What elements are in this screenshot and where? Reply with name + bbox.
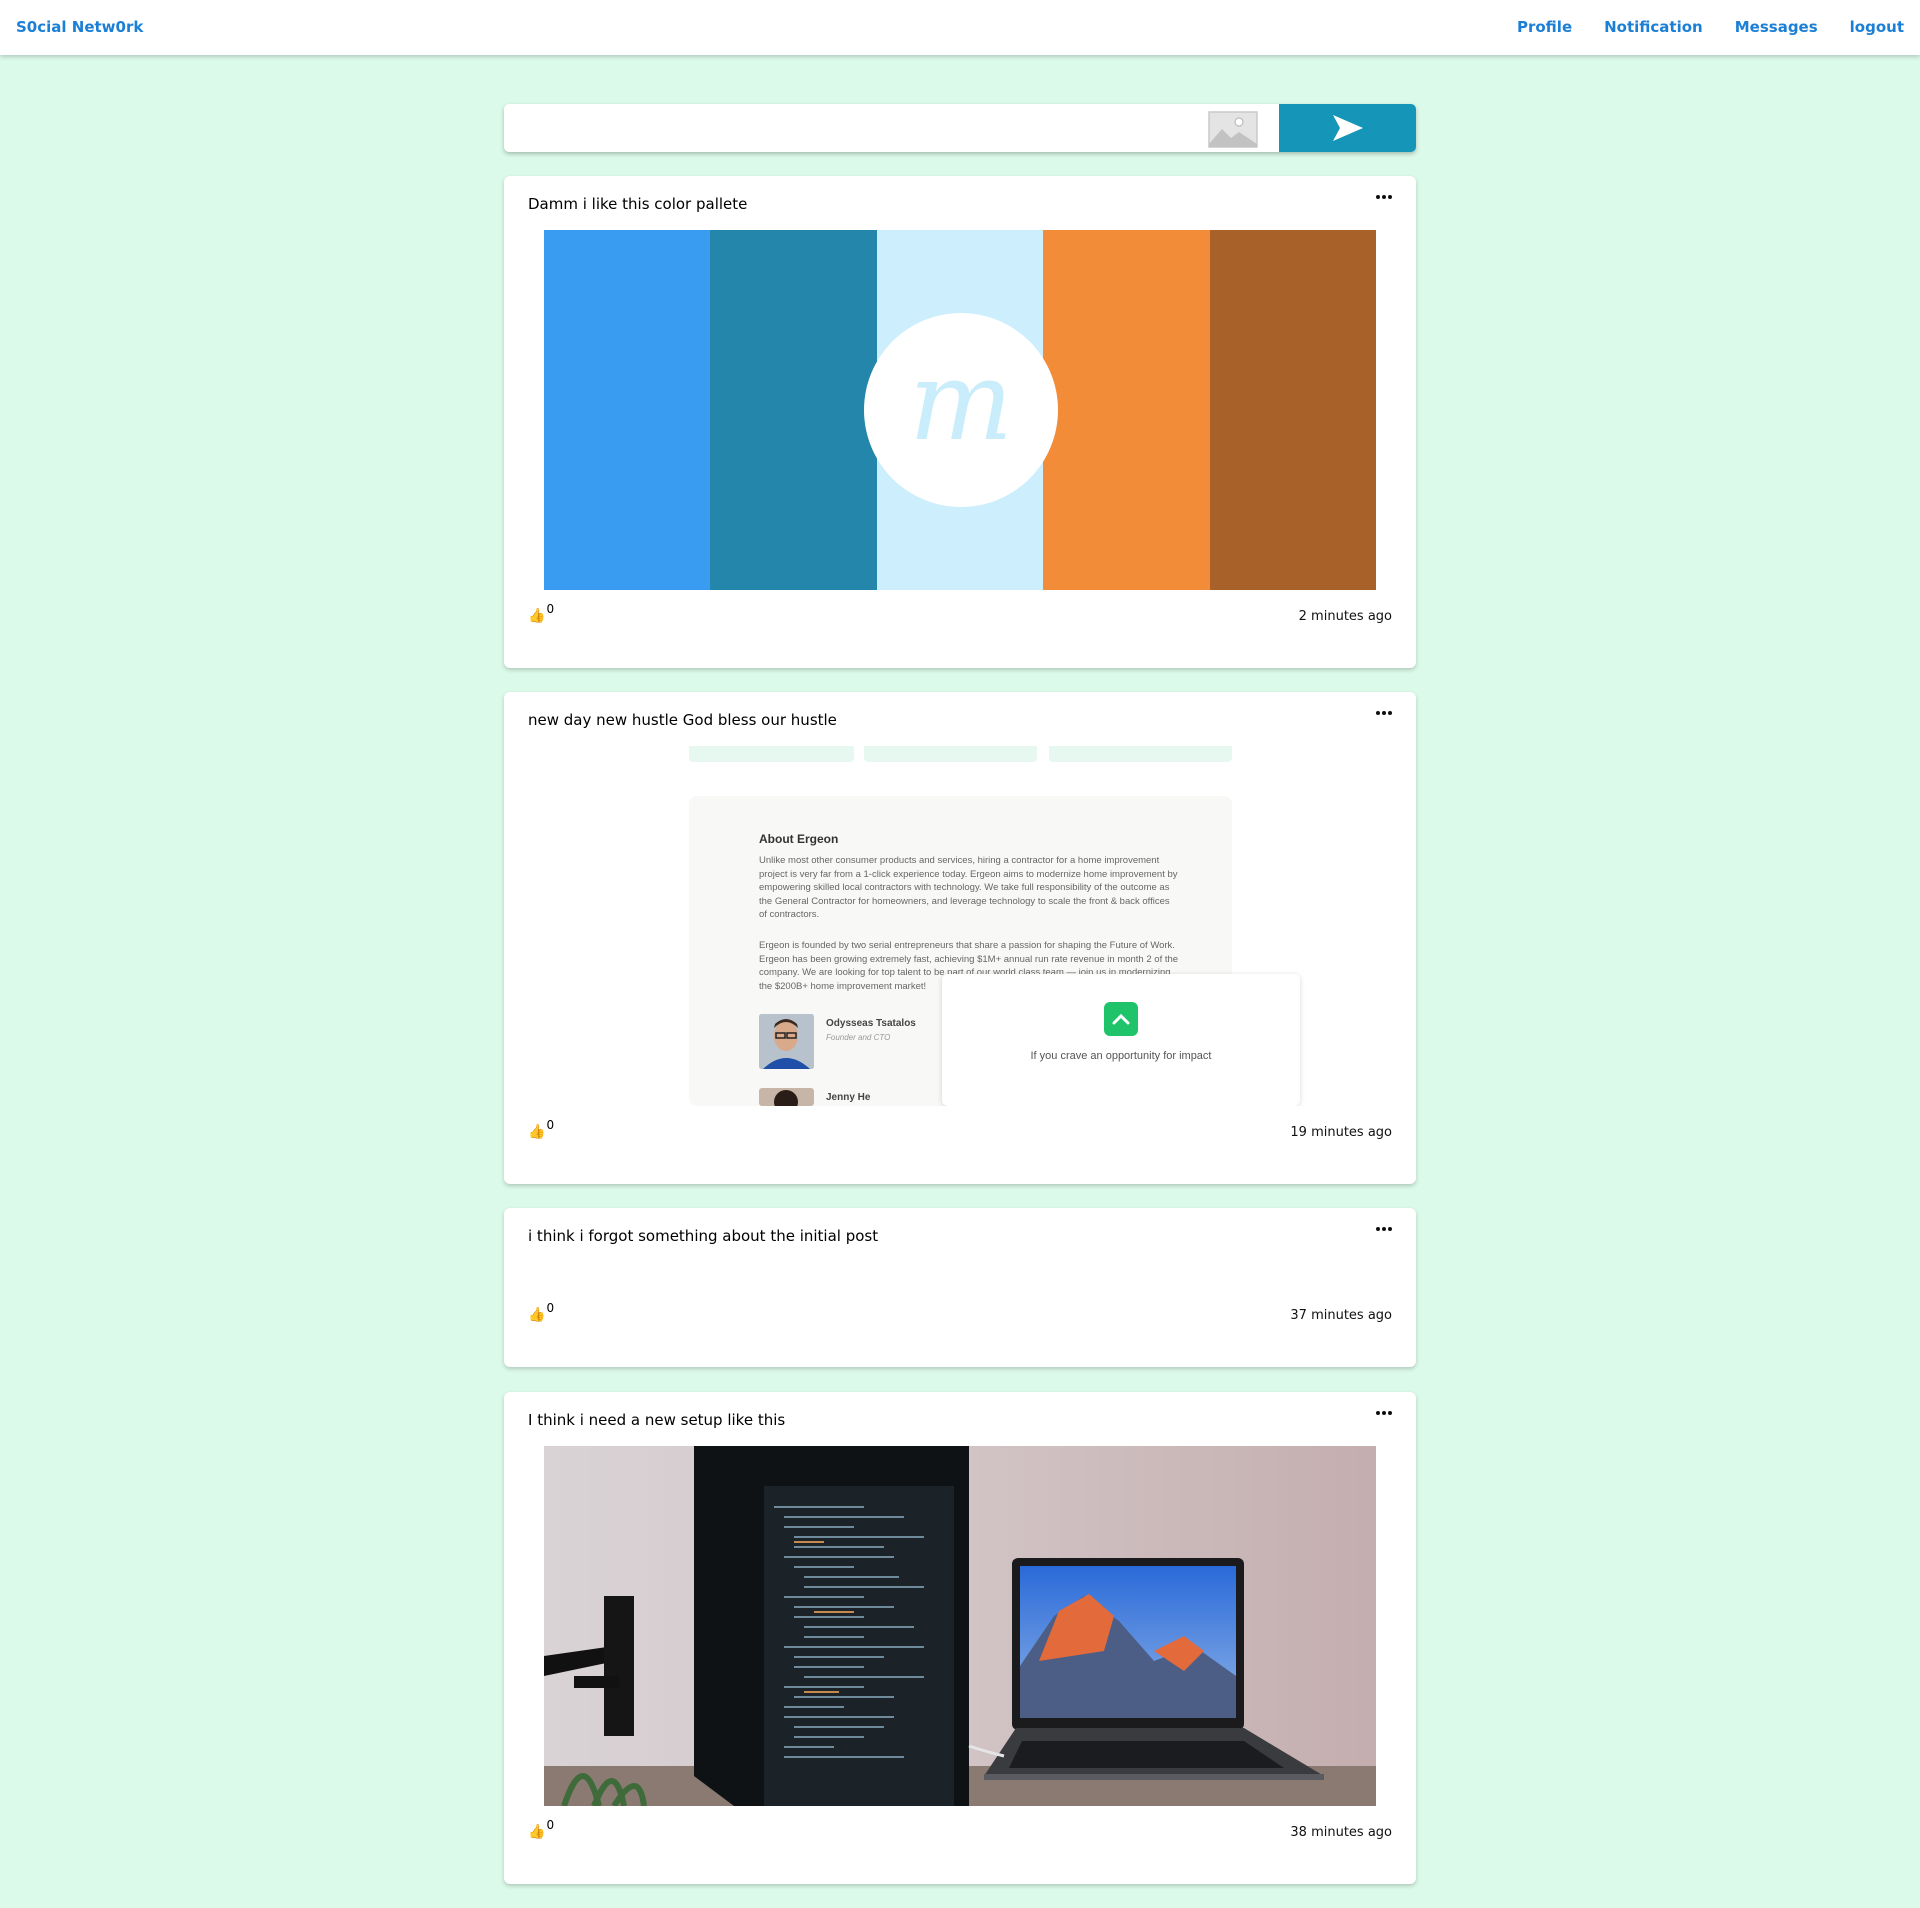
like-count: 0 (546, 1301, 555, 1315)
post-composer (504, 104, 1416, 152)
post-image: m (544, 230, 1376, 590)
about-paragraph-1: Unlike most other consumer products and … (759, 855, 1178, 920)
thumbs-up-icon[interactable]: 👍 (528, 1124, 545, 1140)
ergeon-screenshot: About Ergeon Unlike most other consumer … (544, 746, 1376, 1106)
popup-text: If you crave an opportunity for impact (1030, 1050, 1212, 1062)
post-card: Damm i like this color pallete m 👍 0 2 m… (504, 176, 1416, 668)
post-image: About Ergeon Unlike most other consumer … (544, 746, 1376, 1106)
founder-role: Founder and CTO (826, 1033, 891, 1042)
screenshot-tab (864, 746, 1037, 762)
thumbs-up-icon[interactable]: 👍 (528, 608, 545, 624)
post-timestamp: 19 minutes ago (1290, 1125, 1392, 1140)
more-options-icon[interactable] (1374, 706, 1394, 720)
nav-links: Profile Notification Messages logout (1517, 18, 1904, 36)
popup-card: If you crave an opportunity for impact (942, 974, 1300, 1106)
palette-swatch (1043, 230, 1210, 590)
like-row: 👍 0 (528, 1301, 554, 1323)
image-upload-icon[interactable] (1208, 111, 1258, 148)
cofounder-photo (759, 1088, 814, 1106)
post-card: I think i need a new setup like this 👍 0… (504, 1392, 1416, 1884)
screenshot-tab (1049, 746, 1232, 762)
like-row: 👍 0 (528, 602, 554, 624)
more-options-icon[interactable] (1374, 190, 1394, 204)
founder-name: Odysseas Tsatalos (826, 1018, 916, 1029)
palette-swatch (544, 230, 711, 590)
post-text: i think i forgot something about the ini… (528, 1227, 879, 1245)
nav-messages-link[interactable]: Messages (1735, 18, 1818, 36)
like-count: 0 (546, 1118, 555, 1132)
like-count: 0 (546, 1818, 555, 1832)
palette-swatch (1209, 230, 1376, 590)
navbar: S0cial Netw0rk Profile Notification Mess… (0, 0, 1920, 55)
cofounder-name: Jenny He (826, 1092, 871, 1103)
post-card: new day new hustle God bless our hustle … (504, 692, 1416, 1184)
like-count: 0 (546, 602, 555, 616)
post-card: i think i forgot something about the ini… (504, 1208, 1416, 1367)
like-row: 👍 0 (528, 1818, 554, 1840)
thumbs-up-icon[interactable]: 👍 (528, 1307, 545, 1323)
post-text: Damm i like this color pallete (528, 195, 748, 213)
desk-setup-photo (544, 1446, 1376, 1806)
palette-swatch (710, 230, 877, 590)
post-image (544, 1446, 1376, 1806)
thumbs-up-icon[interactable]: 👍 (528, 1824, 545, 1840)
post-timestamp: 38 minutes ago (1290, 1825, 1392, 1840)
more-options-icon[interactable] (1374, 1222, 1394, 1236)
send-button[interactable] (1279, 104, 1416, 152)
post-timestamp: 2 minutes ago (1298, 609, 1392, 624)
post-text: new day new hustle God bless our hustle (528, 711, 837, 729)
send-arrow-icon (1332, 115, 1363, 141)
nav-profile-link[interactable]: Profile (1517, 18, 1572, 36)
screenshot-tab (689, 746, 854, 762)
like-row: 👍 0 (528, 1118, 554, 1140)
brand-link[interactable]: S0cial Netw0rk (16, 18, 143, 36)
palette-logo: m (864, 313, 1058, 507)
post-timestamp: 37 minutes ago (1290, 1308, 1392, 1323)
about-heading: About Ergeon (759, 832, 839, 846)
color-palette-image: m (544, 230, 1376, 590)
founder-photo (759, 1014, 814, 1069)
nav-notification-link[interactable]: Notification (1604, 18, 1703, 36)
post-text-input[interactable] (504, 104, 1204, 152)
nav-logout-link[interactable]: logout (1850, 18, 1904, 36)
palette-logo-letter: m (908, 337, 1014, 465)
chevron-up-icon (1104, 1002, 1138, 1036)
post-text: I think i need a new setup like this (528, 1411, 786, 1429)
more-options-icon[interactable] (1374, 1406, 1394, 1420)
